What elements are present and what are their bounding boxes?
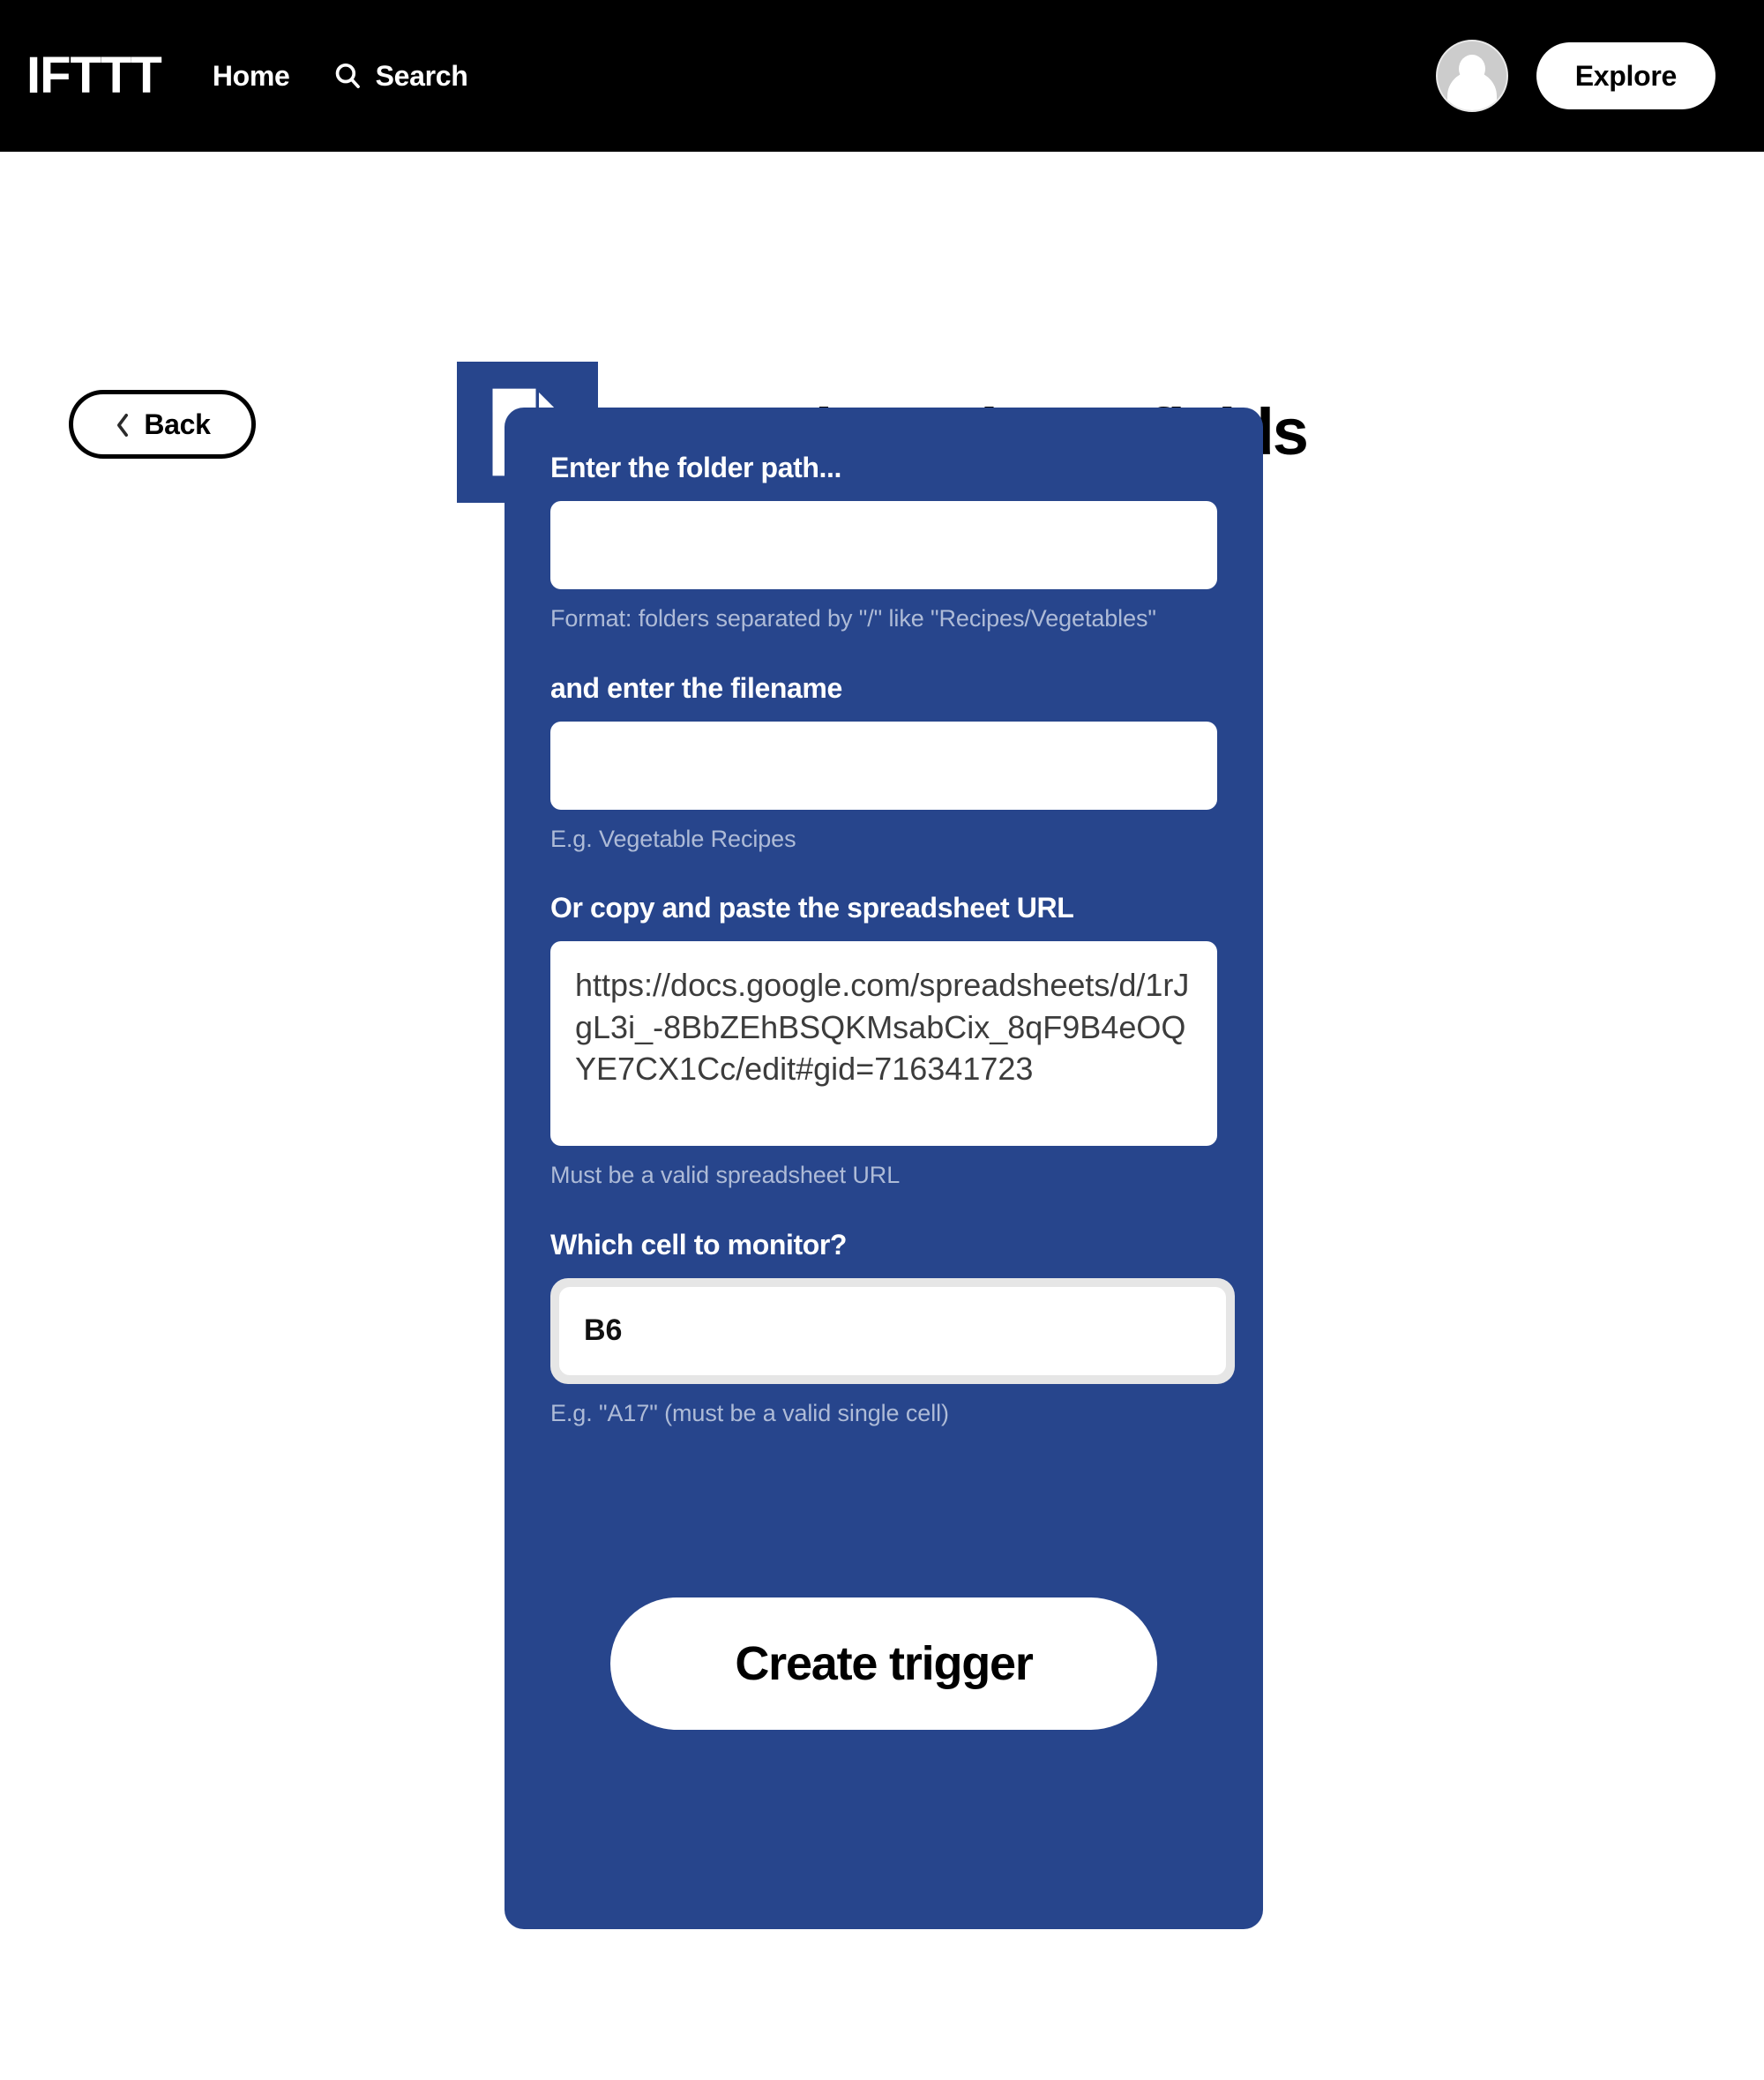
navbar-right-group: Explore bbox=[1435, 40, 1715, 112]
field-cell-monitor-label: Which cell to monitor? bbox=[550, 1228, 848, 1261]
explore-button[interactable]: Explore bbox=[1536, 42, 1715, 109]
nav-links: Home Search bbox=[213, 60, 468, 93]
nav-item-home-label: Home bbox=[212, 59, 290, 92]
top-navbar: IFTTT Home Search Explore bbox=[0, 0, 1764, 152]
folder-path-input[interactable] bbox=[550, 501, 1217, 589]
ifttt-logo[interactable]: IFTTT bbox=[26, 50, 162, 101]
nav-item-search[interactable]: Search bbox=[333, 60, 468, 93]
page-header: Back Complete trigger fields Step 2 of 6 bbox=[0, 152, 1764, 559]
field-cell-monitor-helper: E.g. "A17" (must be a valid single cell) bbox=[550, 1399, 949, 1426]
field-spreadsheet-url: Or copy and paste the spreadsheet URL Mu… bbox=[550, 890, 1217, 1192]
submit-area: Create trigger bbox=[550, 1597, 1217, 1730]
search-icon bbox=[333, 61, 363, 91]
nav-item-search-label: Search bbox=[375, 59, 468, 92]
nav-item-home[interactable]: Home bbox=[213, 60, 290, 93]
field-cell-monitor: Which cell to monitor? E.g. "A17" (must … bbox=[550, 1227, 1235, 1430]
field-spreadsheet-url-label: Or copy and paste the spreadsheet URL bbox=[550, 892, 1074, 924]
create-trigger-button[interactable]: Create trigger bbox=[610, 1597, 1157, 1730]
field-filename-label: and enter the filename bbox=[550, 671, 842, 704]
field-spreadsheet-url-helper: Must be a valid spreadsheet URL bbox=[550, 1162, 901, 1189]
cell-monitor-focus-ring bbox=[550, 1277, 1235, 1384]
filename-input[interactable] bbox=[550, 721, 1217, 810]
spreadsheet-url-input[interactable] bbox=[550, 941, 1217, 1147]
avatar[interactable] bbox=[1435, 40, 1508, 112]
avatar-body bbox=[1446, 71, 1497, 110]
field-folder-path-helper: Format: folders separated by "/" like "R… bbox=[550, 605, 1156, 632]
field-filename: and enter the filename E.g. Vegetable Re… bbox=[550, 670, 1217, 856]
cell-monitor-input[interactable] bbox=[559, 1286, 1226, 1375]
field-folder-path: Enter the folder path... Format: folders… bbox=[550, 450, 1217, 635]
field-folder-path-label: Enter the folder path... bbox=[550, 452, 841, 483]
field-filename-helper: E.g. Vegetable Recipes bbox=[550, 825, 796, 852]
trigger-fields-card: Enter the folder path... Format: folders… bbox=[505, 408, 1263, 1929]
